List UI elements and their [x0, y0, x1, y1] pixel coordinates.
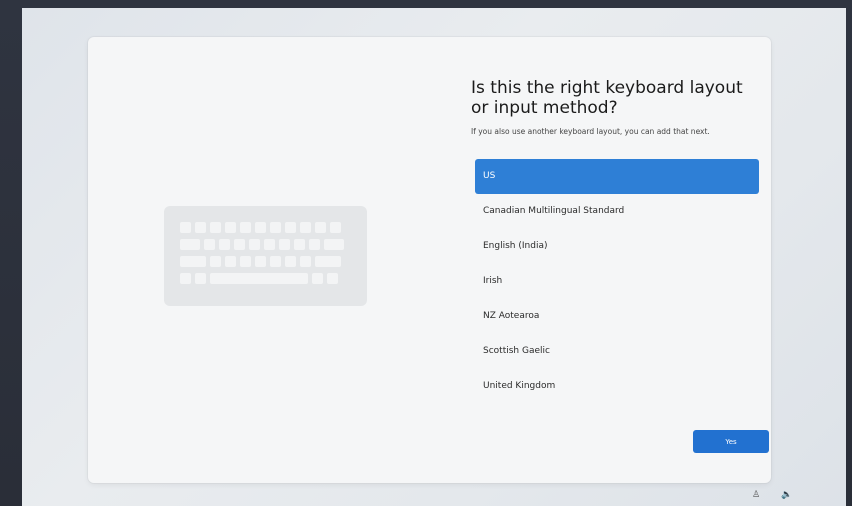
key [180, 222, 191, 233]
key [279, 239, 290, 250]
key [180, 256, 206, 267]
key [249, 239, 260, 250]
keyboard-row [180, 222, 341, 233]
key [300, 256, 311, 267]
keyboard-row [180, 239, 344, 250]
key [210, 256, 221, 267]
layout-option[interactable]: Canadian Multilingual Standard [475, 194, 759, 229]
volume-icon[interactable]: 🔈 [781, 490, 792, 500]
key [309, 239, 320, 250]
key [180, 273, 191, 284]
key [312, 273, 323, 284]
keyboard-layout-list[interactable]: US Canadian Multilingual Standard Englis… [475, 159, 759, 404]
spacebar-key [210, 273, 308, 284]
key [255, 222, 266, 233]
key [264, 239, 275, 250]
page-title: Is this the right keyboard layout or inp… [471, 78, 743, 118]
key [285, 222, 296, 233]
key [195, 222, 206, 233]
key [219, 239, 230, 250]
key [234, 239, 245, 250]
page-subtitle: If you also use another keyboard layout,… [471, 127, 710, 136]
layout-option[interactable]: NZ Aotearoa [475, 299, 759, 334]
key [240, 256, 251, 267]
layout-option[interactable]: English (India) [475, 229, 759, 264]
keyboard-illustration [164, 206, 367, 306]
key [315, 222, 326, 233]
accessibility-icon[interactable]: ♙ [752, 490, 760, 500]
key [255, 256, 266, 267]
yes-button[interactable]: Yes [693, 430, 769, 453]
key [195, 273, 206, 284]
key [270, 256, 281, 267]
key [180, 239, 200, 250]
key [225, 222, 236, 233]
key [270, 222, 281, 233]
layout-option[interactable]: Irish [475, 264, 759, 299]
key [210, 222, 221, 233]
key [327, 273, 338, 284]
layout-option[interactable]: United Kingdom [475, 369, 759, 404]
key [330, 222, 341, 233]
keyboard-row [180, 256, 341, 267]
key [204, 239, 215, 250]
key [300, 222, 311, 233]
key [240, 222, 251, 233]
key [285, 256, 296, 267]
layout-option[interactable]: US [475, 159, 759, 194]
key [225, 256, 236, 267]
layout-option[interactable]: Scottish Gaelic [475, 334, 759, 369]
key [315, 256, 341, 267]
key [294, 239, 305, 250]
key [324, 239, 344, 250]
keyboard-row [180, 273, 338, 284]
